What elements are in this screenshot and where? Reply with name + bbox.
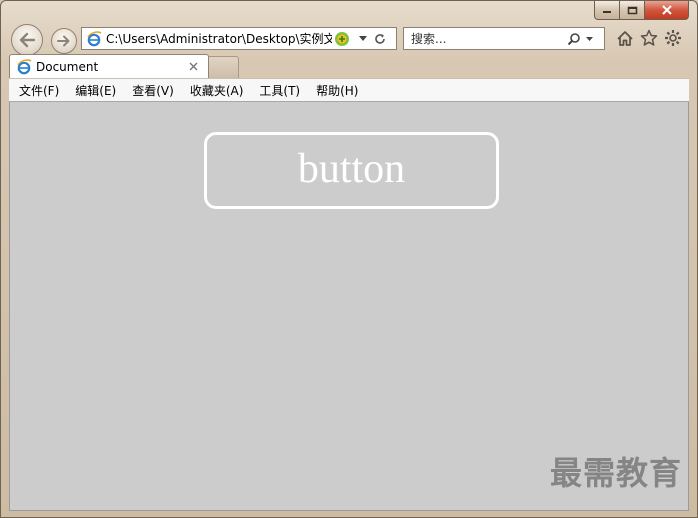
demo-button[interactable]: button: [204, 132, 499, 209]
compatibility-view-icon[interactable]: [334, 31, 350, 47]
back-button[interactable]: [11, 24, 43, 56]
refresh-icon: [375, 33, 385, 44]
menu-item-favorites[interactable]: 收藏夹(A): [182, 80, 252, 101]
address-dropdown-button[interactable]: [356, 29, 370, 49]
tab-document[interactable]: Document: [9, 54, 209, 78]
address-bar[interactable]: C:\Users\Administrator\Desktop\实例文: [81, 27, 397, 50]
settings-button[interactable]: [663, 28, 683, 48]
close-icon: [661, 5, 672, 15]
browser-window: C:\Users\Administrator\Desktop\实例文 搜索...: [0, 0, 698, 518]
caption-buttons: [594, 1, 689, 21]
menu-item-help[interactable]: 帮助(H): [308, 80, 366, 101]
watermark-text: 最需教育: [549, 454, 682, 492]
minimize-button[interactable]: [594, 1, 620, 20]
maximize-icon: [627, 6, 637, 14]
menu-item-edit[interactable]: 编辑(E): [67, 80, 124, 101]
tab-title: Document: [36, 59, 99, 74]
search-input[interactable]: 搜索...: [411, 30, 565, 47]
menu-item-file[interactable]: 文件(F): [11, 80, 67, 101]
maximize-button[interactable]: [620, 1, 645, 20]
page-content: button 最需教育: [9, 102, 689, 511]
tab-bar: Document: [9, 54, 689, 78]
close-icon: [189, 62, 197, 71]
menu-bar: 文件(F) 编辑(E) 查看(V) 收藏夹(A) 工具(T) 帮助(H): [9, 78, 689, 102]
forward-button[interactable]: [51, 28, 77, 54]
search-button[interactable]: [565, 29, 583, 49]
menu-item-tools[interactable]: 工具(T): [251, 80, 308, 101]
navigation-bar: C:\Users\Administrator\Desktop\实例文 搜索...: [9, 23, 689, 56]
favorites-button[interactable]: [639, 28, 659, 48]
menu-item-view[interactable]: 查看(V): [124, 80, 182, 101]
forward-arrow-icon: [57, 35, 70, 47]
close-button[interactable]: [645, 1, 689, 20]
search-icon: [567, 32, 580, 45]
search-box[interactable]: 搜索...: [403, 27, 605, 50]
ie-page-icon: [87, 30, 102, 46]
chevron-down-icon: [359, 36, 367, 41]
back-arrow-icon: [19, 32, 36, 48]
address-text[interactable]: C:\Users\Administrator\Desktop\实例文: [106, 30, 332, 47]
toolbar-icons: [615, 28, 683, 48]
home-button[interactable]: [615, 28, 635, 48]
gear-icon: [665, 30, 681, 46]
ie-page-icon: [17, 58, 32, 74]
search-dropdown-button[interactable]: [583, 29, 595, 49]
home-icon: [617, 30, 633, 46]
star-icon: [640, 29, 658, 46]
chevron-down-icon: [585, 36, 593, 41]
minimize-icon: [603, 11, 611, 13]
refresh-button[interactable]: [372, 29, 388, 49]
tab-close-button[interactable]: [186, 60, 200, 74]
new-tab-button[interactable]: [209, 56, 239, 78]
